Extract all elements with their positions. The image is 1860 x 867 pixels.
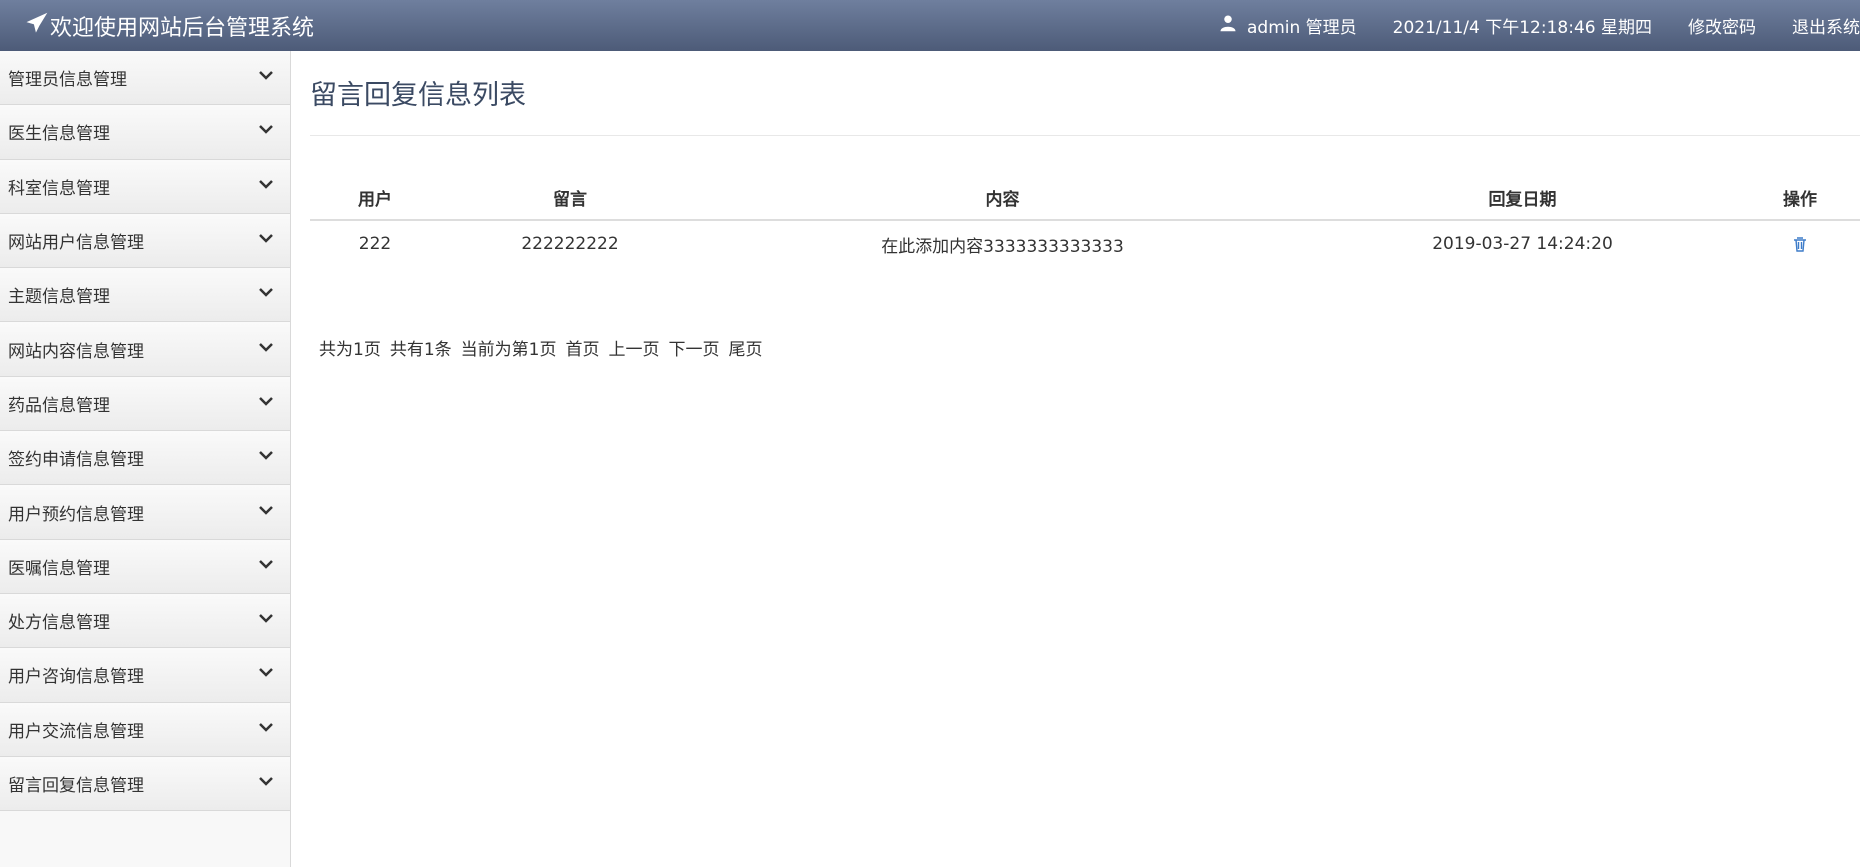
column-header-reply-date: 回复日期 <box>1305 176 1740 221</box>
chevron-down-icon <box>258 664 274 685</box>
sidebar-item-label: 用户交流信息管理 <box>8 721 144 742</box>
sidebar-item-contract-requests[interactable]: 签约申请信息管理 <box>0 431 290 486</box>
sidebar-item-site-content[interactable]: 网站内容信息管理 <box>0 322 290 377</box>
sidebar-item-label: 用户预约信息管理 <box>8 504 144 525</box>
sidebar-item-consultations[interactable]: 用户咨询信息管理 <box>0 648 290 703</box>
chevron-down-icon <box>258 284 274 305</box>
column-header-content: 内容 <box>700 176 1305 221</box>
sidebar-item-label: 药品信息管理 <box>8 395 110 416</box>
sidebar-item-label: 网站内容信息管理 <box>8 341 144 362</box>
pager-next-link[interactable]: 下一页 <box>668 335 719 360</box>
chevron-down-icon <box>258 176 274 197</box>
sidebar-item-department[interactable]: 科室信息管理 <box>0 159 290 214</box>
change-password-link[interactable]: 修改密码 <box>1670 13 1774 38</box>
sidebar-item-label: 处方信息管理 <box>8 613 110 634</box>
chevron-down-icon <box>258 230 274 251</box>
column-header-actions: 操作 <box>1740 176 1860 221</box>
replies-table: 用户 留言 内容 回复日期 操作 222 222222222 在此添加内容333… <box>310 176 1860 267</box>
sidebar-item-label: 主题信息管理 <box>8 287 110 308</box>
sidebar: 管理员信息管理 医生信息管理 科室信息管理 网站用户信息管理 主题信息管理 网站… <box>0 51 291 867</box>
cell-content: 在此添加内容3333333333333 <box>881 236 1124 257</box>
cell-reply-date: 2019-03-27 14:24:20 <box>1432 234 1613 254</box>
chevron-down-icon <box>258 610 274 631</box>
brand: 欢迎使用网站后台管理系统 <box>0 10 314 42</box>
chevron-down-icon <box>258 339 274 360</box>
logout-link[interactable]: 退出系统 <box>1774 13 1860 38</box>
sidebar-item-label: 管理员信息管理 <box>8 70 127 91</box>
pager-last-link[interactable]: 尾页 <box>728 335 762 360</box>
sidebar-item-label: 签约申请信息管理 <box>8 450 144 471</box>
pager-first-link[interactable]: 首页 <box>565 335 599 360</box>
column-header-message: 留言 <box>440 176 700 221</box>
current-datetime: 2021/11/4 下午12:18:46 星期四 <box>1392 18 1652 38</box>
chevron-down-icon <box>258 393 274 414</box>
chevron-down-icon <box>258 121 274 142</box>
chevron-down-icon <box>258 67 274 88</box>
sidebar-item-label: 用户咨询信息管理 <box>8 667 144 688</box>
sidebar-item-exchanges[interactable]: 用户交流信息管理 <box>0 702 290 757</box>
sidebar-item-label: 医生信息管理 <box>8 124 110 145</box>
chevron-down-icon <box>258 719 274 740</box>
pager-total-records: 共有1条 <box>389 340 452 360</box>
chevron-down-icon <box>258 447 274 468</box>
cell-user: 222 <box>358 234 392 254</box>
sidebar-item-doctor[interactable]: 医生信息管理 <box>0 105 290 160</box>
sidebar-item-label: 医嘱信息管理 <box>8 558 110 579</box>
sidebar-item-site-users[interactable]: 网站用户信息管理 <box>0 213 290 269</box>
sidebar-item-medical-orders[interactable]: 医嘱信息管理 <box>0 539 290 594</box>
table-row: 222 222222222 在此添加内容3333333333333 2019-0… <box>310 220 1860 267</box>
top-bar: 欢迎使用网站后台管理系统 admin 管理员 2021/11/4 下午12:18… <box>0 0 1860 51</box>
sidebar-item-topics[interactable]: 主题信息管理 <box>0 268 290 323</box>
sidebar-item-admin[interactable]: 管理员信息管理 <box>0 51 290 106</box>
pager-prev-link[interactable]: 上一页 <box>608 335 659 360</box>
sidebar-item-drugs[interactable]: 药品信息管理 <box>0 376 290 432</box>
table-header-row: 用户 留言 内容 回复日期 操作 <box>310 176 1860 221</box>
sidebar-item-label: 留言回复信息管理 <box>8 776 144 796</box>
paper-plane-icon <box>26 12 50 40</box>
sidebar-item-message-replies[interactable]: 留言回复信息管理 <box>0 756 290 812</box>
sidebar-item-label: 网站用户信息管理 <box>8 233 144 254</box>
main-content: 留言回复信息列表 用户 留言 内容 回复日期 操作 222 222222222 … <box>310 51 1860 867</box>
page-title: 留言回复信息列表 <box>310 51 1860 136</box>
user-info: admin 管理员 <box>1201 13 1375 38</box>
pager-current-page: 当前为第1页 <box>460 340 557 360</box>
cell-message: 222222222 <box>521 234 619 254</box>
user-label: admin 管理员 <box>1247 18 1357 38</box>
chevron-down-icon <box>258 773 274 794</box>
pagination: 共为1页 共有1条 当前为第1页 首页 上一页 下一页 尾页 <box>310 335 1860 360</box>
pager-total-pages: 共为1页 <box>319 340 381 360</box>
trash-icon[interactable] <box>1792 234 1808 254</box>
sidebar-item-label: 科室信息管理 <box>8 178 110 199</box>
user-icon <box>1219 14 1247 37</box>
sidebar-item-appointments[interactable]: 用户预约信息管理 <box>0 485 290 540</box>
sidebar-item-prescriptions[interactable]: 处方信息管理 <box>0 593 290 649</box>
column-header-user: 用户 <box>310 176 440 221</box>
brand-title: 欢迎使用网站后台管理系统 <box>50 15 315 41</box>
chevron-down-icon <box>258 502 274 523</box>
cell-actions <box>1740 220 1860 267</box>
chevron-down-icon <box>258 556 274 577</box>
